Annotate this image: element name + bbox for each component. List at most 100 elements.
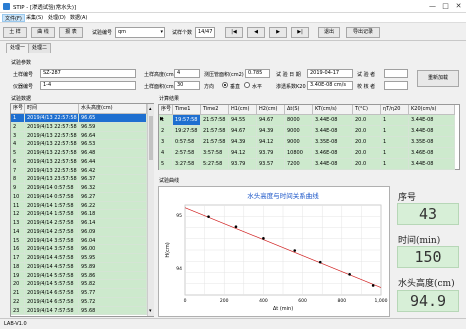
menu-data[interactable]: 数据(A): [68, 14, 89, 22]
table-row[interactable]: 7 2019/4/13 22:57:58 96.42: [11, 166, 147, 176]
sample-no-select[interactable]: qm ▾: [115, 27, 165, 38]
table-row[interactable]: 1 2019/4/13 22:57:58 96.65: [11, 114, 147, 123]
table-row[interactable]: 15 2019/4/14 3:57:58 96.04: [11, 236, 147, 246]
table-cell: 21: [11, 289, 25, 298]
calc-grid[interactable]: 序号 Time1 Time2 H1(cm) H2(cm) Δt(S) KT(cm/s) T(°…: [158, 104, 460, 170]
instrument-field[interactable]: 1-4: [40, 81, 136, 90]
menu-collect[interactable]: 采集(S): [24, 14, 45, 22]
next-record-button[interactable]: ▶: [269, 27, 287, 38]
toolbar: 土 样 曲 线 报 表 试验编号 qm ▾ 试样个数 14/47 |◀ ◀ ▶ …: [0, 23, 466, 41]
first-record-button[interactable]: |◀: [225, 27, 243, 38]
minimize-button[interactable]: —: [428, 2, 437, 11]
table-cell: 96.09: [79, 227, 147, 237]
table-row[interactable]: 3 2019/4/13 22:57:58 96.64: [11, 131, 147, 141]
table-row[interactable]: 4 2019/4/13 22:57:58 96.53: [11, 140, 147, 149]
maximize-button[interactable]: □: [441, 2, 450, 11]
scroll-down-icon[interactable]: ▾: [149, 308, 152, 314]
table-row[interactable]: 10 2019/4/14 0:57:58 96.27: [11, 192, 147, 202]
checker-label: 校 核 者: [357, 84, 376, 90]
area-field[interactable]: 30: [174, 81, 200, 90]
chevron-down-icon: ▾: [160, 29, 163, 35]
table-row[interactable]: 9 2019/4/14 0:57:58 96.32: [11, 184, 147, 193]
table-cell: 2019/4/13 22:57:58: [25, 140, 79, 149]
x-tick-label: 400: [259, 298, 268, 304]
table-cell: 96.32: [79, 184, 147, 193]
table-row[interactable]: 16 2019/4/14 3:57:58 96.00: [11, 245, 147, 254]
x-tick-label: 600: [298, 298, 307, 304]
table-row[interactable]: 11 2019/4/14 1:57:58 96.22: [11, 201, 147, 211]
table-cell: 2019/4/14 0:57:58: [25, 184, 79, 193]
soil-no-field[interactable]: SZ-287: [40, 69, 136, 78]
close-button[interactable]: ✕: [454, 2, 463, 11]
tab-process-2[interactable]: 处理二: [28, 43, 52, 53]
calc-col-header: H1(cm): [229, 105, 257, 115]
table-row[interactable]: 12 2019/4/14 1:57:58 96.18: [11, 210, 147, 219]
tab-process-1[interactable]: 处理一: [6, 43, 30, 53]
coef-field[interactable]: 3.40E-08 cm/s: [307, 81, 353, 90]
table-row[interactable]: 14 2019/4/14 2:57:58 96.09: [11, 227, 147, 237]
scroll-up-icon[interactable]: ▴: [149, 106, 152, 112]
table-row[interactable]: 5 2019/4/13 22:57:58 96.48: [11, 149, 147, 158]
calc-cell: 3:27:58: [173, 159, 201, 170]
scroll-thumb[interactable]: [149, 116, 153, 160]
calc-col-header: ηT/η20: [381, 105, 409, 115]
table-row[interactable]: 21 2019/4/14 6:57:58 95.77: [11, 289, 147, 298]
table-row[interactable]: 2 2019/4/13 22:57:58 96.59: [11, 122, 147, 132]
exit-button[interactable]: 退出: [318, 27, 340, 38]
table-row[interactable]: 13 2019/4/14 2:57:58 96.14: [11, 219, 147, 228]
calc-cell: 9000: [285, 137, 313, 148]
calc-row[interactable]: 3 0:57:58 21:57:58 94.39 94.12 9000 3.35E-08 20…: [159, 137, 455, 148]
calc-row[interactable]: 4 2:57:58 3:57:58 94.12 93.79 10800 3.46E-08 20…: [159, 148, 455, 159]
col-head-header: 水头高度(cm): [79, 104, 147, 114]
height-field[interactable]: 4: [174, 69, 200, 78]
calc-col-header: Time1: [173, 105, 201, 115]
sample-no-value: qm: [118, 29, 127, 35]
calc-cell: 19:57:58: [173, 115, 201, 126]
reload-button[interactable]: 重新加载: [417, 70, 459, 87]
prev-record-button[interactable]: ◀: [247, 27, 265, 38]
table-cell: 2019/4/13 22:57:58: [25, 114, 79, 123]
report-button[interactable]: 报 表: [59, 27, 83, 38]
checker-field[interactable]: [384, 81, 408, 90]
table-row[interactable]: 23 2019/4/14 7:57:58 95.68: [11, 306, 147, 316]
calc-row[interactable]: 5 3:27:58 5:27:58 93.79 93.57 7200 3.44E-08 20.…: [159, 159, 455, 170]
table-row[interactable]: 17 2019/4/14 4:57:58 95.95: [11, 254, 147, 263]
test-data-rows: 1 2019/4/13 22:57:58 96.65 2 2019/4/13 22:57…: [11, 114, 147, 316]
data-point: [262, 237, 265, 240]
head-label: 水头高度(cm): [398, 279, 455, 289]
col-time-header: 时间: [25, 104, 79, 114]
tester-label: 试 验 者: [357, 72, 376, 78]
test-date-field[interactable]: 2019-04-17: [307, 69, 353, 78]
count-field[interactable]: 14/47: [195, 27, 215, 38]
tester-field[interactable]: [384, 69, 408, 78]
table-cell: 15: [11, 236, 25, 246]
vertical-radio[interactable]: [222, 82, 228, 88]
calc-col-header: KT(cm/s): [313, 105, 353, 115]
curve-button[interactable]: 曲 线: [31, 27, 55, 38]
table-row[interactable]: 20 2019/4/14 5:57:58 95.82: [11, 280, 147, 289]
tube-area-field[interactable]: 0.785: [245, 69, 270, 78]
test-data-grid[interactable]: 序号 时间 水头高度(cm) 1 2019/4/13 22:57:58 96.65 2…: [10, 103, 154, 317]
table-cell: 95.95: [79, 254, 147, 263]
y-tick-label: 95: [176, 213, 182, 219]
export-record-button[interactable]: 导出记录: [346, 27, 380, 38]
soil-sample-button[interactable]: 土 样: [3, 27, 27, 38]
table-cell: 96.18: [79, 210, 147, 219]
calc-cell: 93.79: [257, 148, 285, 159]
table-row[interactable]: 8 2019/4/13 23:57:58 96.37: [11, 175, 147, 184]
calc-cell: 1: [381, 126, 409, 137]
table-row[interactable]: 18 2019/4/14 4:57:58 95.89: [11, 262, 147, 272]
table-row[interactable]: 22 2019/4/14 6:57:58 95.72: [11, 297, 147, 307]
params-section-title: 试验参数: [11, 60, 32, 66]
horizontal-radio[interactable]: [244, 82, 250, 88]
table-row[interactable]: 6 2019/4/13 22:57:58 96.44: [11, 157, 147, 167]
vertical-label: 垂直: [230, 84, 241, 90]
calc-row[interactable]: 1 19:57:58 21:57:58 94.55 94.67 8000 3.44E-08 2…: [159, 115, 455, 126]
calc-row[interactable]: 2 19:27:58 21:57:58 94.67 94.39 9000 3.44E-08 2…: [159, 126, 455, 137]
menu-process[interactable]: 处理(D): [46, 14, 68, 22]
table-row[interactable]: 19 2019/4/14 5:57:58 95.86: [11, 271, 147, 281]
table-cell: 2019/4/14 3:57:58: [25, 245, 79, 254]
menu-file[interactable]: 文件(F): [2, 14, 25, 22]
grid-scrollbar[interactable]: ▴ ▾: [147, 104, 154, 316]
last-record-button[interactable]: ▶|: [291, 27, 309, 38]
